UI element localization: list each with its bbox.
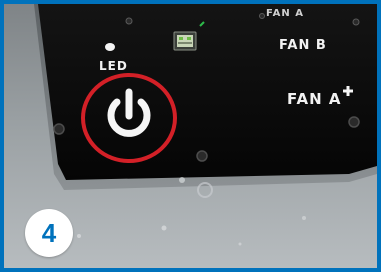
droplet — [302, 216, 306, 220]
step-number: 4 — [41, 217, 57, 248]
step-badge: 4 — [25, 209, 73, 257]
led-label: LED — [99, 59, 128, 73]
screw — [125, 17, 133, 25]
droplet — [238, 242, 242, 246]
fan-a-label: FAN A — [287, 90, 342, 108]
screw — [53, 123, 65, 135]
screw — [348, 116, 360, 128]
screw — [259, 13, 265, 19]
screw — [196, 150, 208, 162]
fan-a-label-top: FAN A — [266, 8, 305, 19]
mounting-hole — [179, 177, 185, 183]
droplet — [161, 225, 167, 231]
photo-frame: FAN A LED FAN B FAN A 4 — [0, 0, 381, 272]
screw — [352, 18, 360, 26]
led-indicator-icon — [105, 43, 115, 51]
fan-b-label: FAN B — [279, 38, 327, 53]
droplet — [77, 234, 81, 238]
